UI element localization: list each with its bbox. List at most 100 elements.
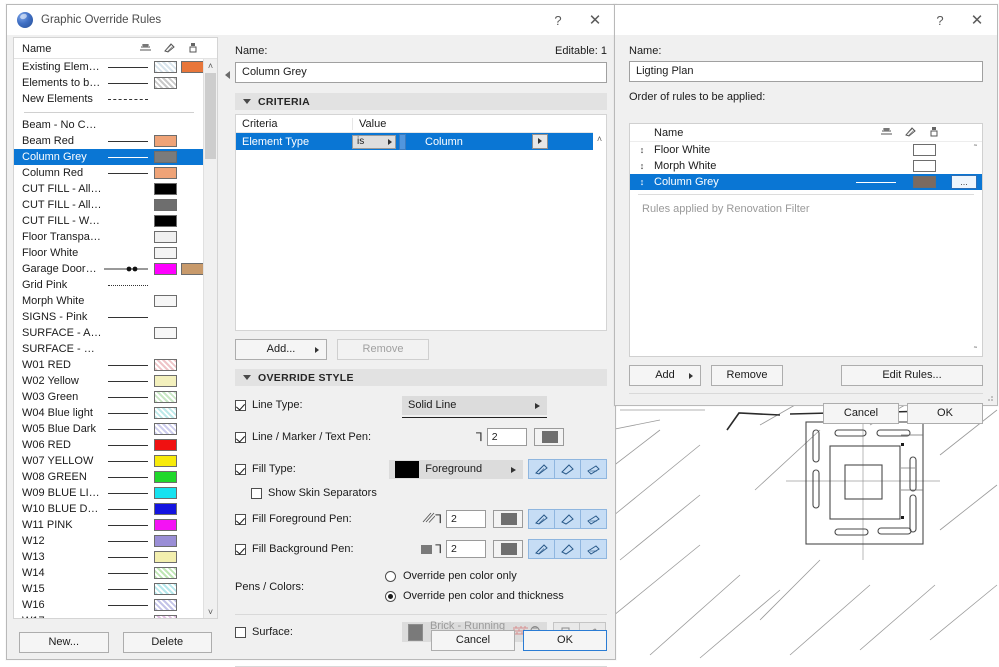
- ok-button[interactable]: OK: [907, 403, 983, 424]
- list-item[interactable]: Morph White: [14, 293, 204, 309]
- override-pen-color-only-radio[interactable]: [385, 570, 396, 582]
- list-item[interactable]: Column Grey: [14, 149, 204, 165]
- list-item[interactable]: SIGNS - Pink: [14, 309, 204, 325]
- remove-rule-button[interactable]: Remove: [711, 365, 783, 386]
- show-skin-separators-checkbox[interactable]: [251, 487, 262, 499]
- splitter-collapse-arrow[interactable]: [225, 71, 230, 79]
- fill-bg-pen-checkbox[interactable]: [235, 543, 246, 555]
- list-item[interactable]: W07 YELLOW: [14, 453, 204, 469]
- list-item[interactable]: New Elements: [14, 91, 204, 107]
- list-item[interactable]: Floor White: [14, 245, 204, 261]
- fill-bg-pen-number-input[interactable]: 2: [446, 540, 486, 558]
- list-item[interactable]: Beam Red: [14, 133, 204, 149]
- line-pen-checkbox[interactable]: [235, 431, 246, 443]
- drafting-fill-icon-button[interactable]: [580, 539, 607, 559]
- list-item[interactable]: W13: [14, 549, 204, 565]
- list-item[interactable]: Grid Pink: [14, 277, 204, 293]
- criteria-value-cell[interactable]: Column: [415, 134, 606, 149]
- scroll-thumb[interactable]: [205, 73, 216, 159]
- list-item[interactable]: W03 Green: [14, 389, 204, 405]
- cover-fill-icon-button[interactable]: [554, 509, 581, 529]
- line-pen-color-swatch[interactable]: [533, 428, 564, 446]
- scroll-up-arrow[interactable]: ˄: [204, 59, 217, 72]
- cover-fill-icon-button[interactable]: [554, 459, 581, 479]
- list-item[interactable]: W11 PINK: [14, 517, 204, 533]
- close-button[interactable]: ✕: [575, 5, 615, 35]
- list-item[interactable]: Floor Transparent: [14, 229, 204, 245]
- radio-color-thickness-row[interactable]: Override pen color and thickness: [385, 588, 564, 604]
- list-item[interactable]: W17: [14, 613, 204, 618]
- list-item[interactable]: W09 BLUE LIGHT: [14, 485, 204, 501]
- add-rule-button[interactable]: Add: [629, 365, 701, 386]
- rule-name-input[interactable]: Column Grey: [235, 62, 607, 83]
- rule-name-input[interactable]: Ligting Plan: [629, 61, 983, 82]
- list-item[interactable]: W06 RED: [14, 437, 204, 453]
- list-item[interactable]: W15: [14, 581, 204, 597]
- rule-list-item[interactable]: ↕ Floor White: [630, 142, 982, 158]
- column-resize-grip[interactable]: [399, 133, 406, 150]
- override-pen-color-and-thickness-radio[interactable]: [385, 590, 396, 602]
- criteria-scrollbar[interactable]: ˄: [593, 132, 606, 330]
- scroll-down-arrow[interactable]: ˅: [204, 605, 217, 618]
- list-item[interactable]: Existing Elements: [14, 59, 204, 75]
- fill-fg-pen-color-swatch[interactable]: [493, 510, 523, 528]
- list-item[interactable]: Garage Doors Hidden: [14, 261, 204, 277]
- surface-checkbox[interactable]: [235, 626, 246, 638]
- rule-list-item[interactable]: ↕ Column Grey...: [630, 174, 982, 190]
- list-item[interactable]: CUT FILL - All - Grey: [14, 197, 204, 213]
- remove-criteria-button[interactable]: Remove: [337, 339, 429, 360]
- list-item[interactable]: W10 BLUE DARK: [14, 501, 204, 517]
- resize-grip-icon[interactable]: [984, 392, 994, 402]
- drag-handle-icon[interactable]: ↕: [630, 177, 654, 187]
- list-item[interactable]: W14: [14, 565, 204, 581]
- line-type-checkbox[interactable]: [235, 399, 246, 411]
- fill-type-dropdown[interactable]: Foreground: [389, 459, 523, 479]
- rules-list-scrollbar[interactable]: ˄ ˅: [203, 59, 217, 618]
- list-item[interactable]: Column Red: [14, 165, 204, 181]
- cancel-button[interactable]: Cancel: [823, 403, 899, 424]
- list-item[interactable]: W04 Blue light: [14, 405, 204, 421]
- fill-bg-pen-color-swatch[interactable]: [493, 540, 523, 558]
- criteria-section-header[interactable]: CRITERIA: [235, 93, 607, 110]
- rules-list-rows[interactable]: Existing Elements Elements to be Demolish…: [14, 59, 204, 618]
- delete-button[interactable]: Delete: [122, 632, 212, 653]
- cover-fill-icon-button[interactable]: [554, 539, 581, 559]
- help-button[interactable]: ?: [923, 5, 957, 35]
- line-type-dropdown[interactable]: Solid Line: [402, 395, 547, 418]
- drafting-fill-icon-button[interactable]: [580, 459, 607, 479]
- list-item[interactable]: W08 GREEN: [14, 469, 204, 485]
- criteria-scroll-up[interactable]: ˄: [593, 132, 606, 145]
- help-button[interactable]: ?: [541, 5, 575, 35]
- rule-scroll-up[interactable]: ˜: [969, 141, 982, 154]
- fill-fg-pen-checkbox[interactable]: [235, 513, 246, 525]
- list-item[interactable]: W02 Yellow: [14, 373, 204, 389]
- list-item[interactable]: W05 Blue Dark: [14, 421, 204, 437]
- new-button[interactable]: New...: [19, 632, 109, 653]
- add-criteria-button[interactable]: Add...: [235, 339, 327, 360]
- cut-fill-icon-button[interactable]: [528, 539, 555, 559]
- list-item[interactable]: SURFACE - All - White: [14, 325, 204, 341]
- fill-type-checkbox[interactable]: [235, 463, 246, 475]
- list-item[interactable]: W01 RED: [14, 357, 204, 373]
- rule-scroll-down[interactable]: ˜: [969, 343, 982, 356]
- cut-fill-icon-button[interactable]: [528, 509, 555, 529]
- line-pen-number-input[interactable]: 2: [486, 428, 527, 446]
- cancel-button[interactable]: Cancel: [431, 630, 515, 651]
- cut-fill-icon-button[interactable]: [528, 459, 555, 479]
- list-item[interactable]: CUT FILL - Walls - Black: [14, 213, 204, 229]
- drag-handle-icon[interactable]: ↕: [630, 145, 654, 155]
- rule-list-rows[interactable]: ↕ Floor White ↕ Morph White ↕ Column Grey...: [630, 142, 982, 190]
- criteria-operator-dropdown[interactable]: is: [352, 134, 396, 149]
- rule-list-scrollbar[interactable]: ˜ ˜: [969, 141, 982, 356]
- list-item[interactable]: Beam - No Colour: [14, 117, 204, 133]
- close-button[interactable]: ✕: [957, 5, 997, 35]
- fill-fg-pen-number-input[interactable]: 2: [446, 510, 486, 528]
- rule-list-item[interactable]: ↕ Morph White: [630, 158, 982, 174]
- edit-rules-button[interactable]: Edit Rules...: [841, 365, 983, 386]
- drafting-fill-icon-button[interactable]: [580, 509, 607, 529]
- list-item[interactable]: W16: [14, 597, 204, 613]
- ok-button[interactable]: OK: [523, 630, 607, 651]
- override-style-section-header[interactable]: OVERRIDE STYLE: [235, 369, 607, 386]
- list-item[interactable]: SURFACE - Wall No Colour: [14, 341, 204, 357]
- list-item[interactable]: W12: [14, 533, 204, 549]
